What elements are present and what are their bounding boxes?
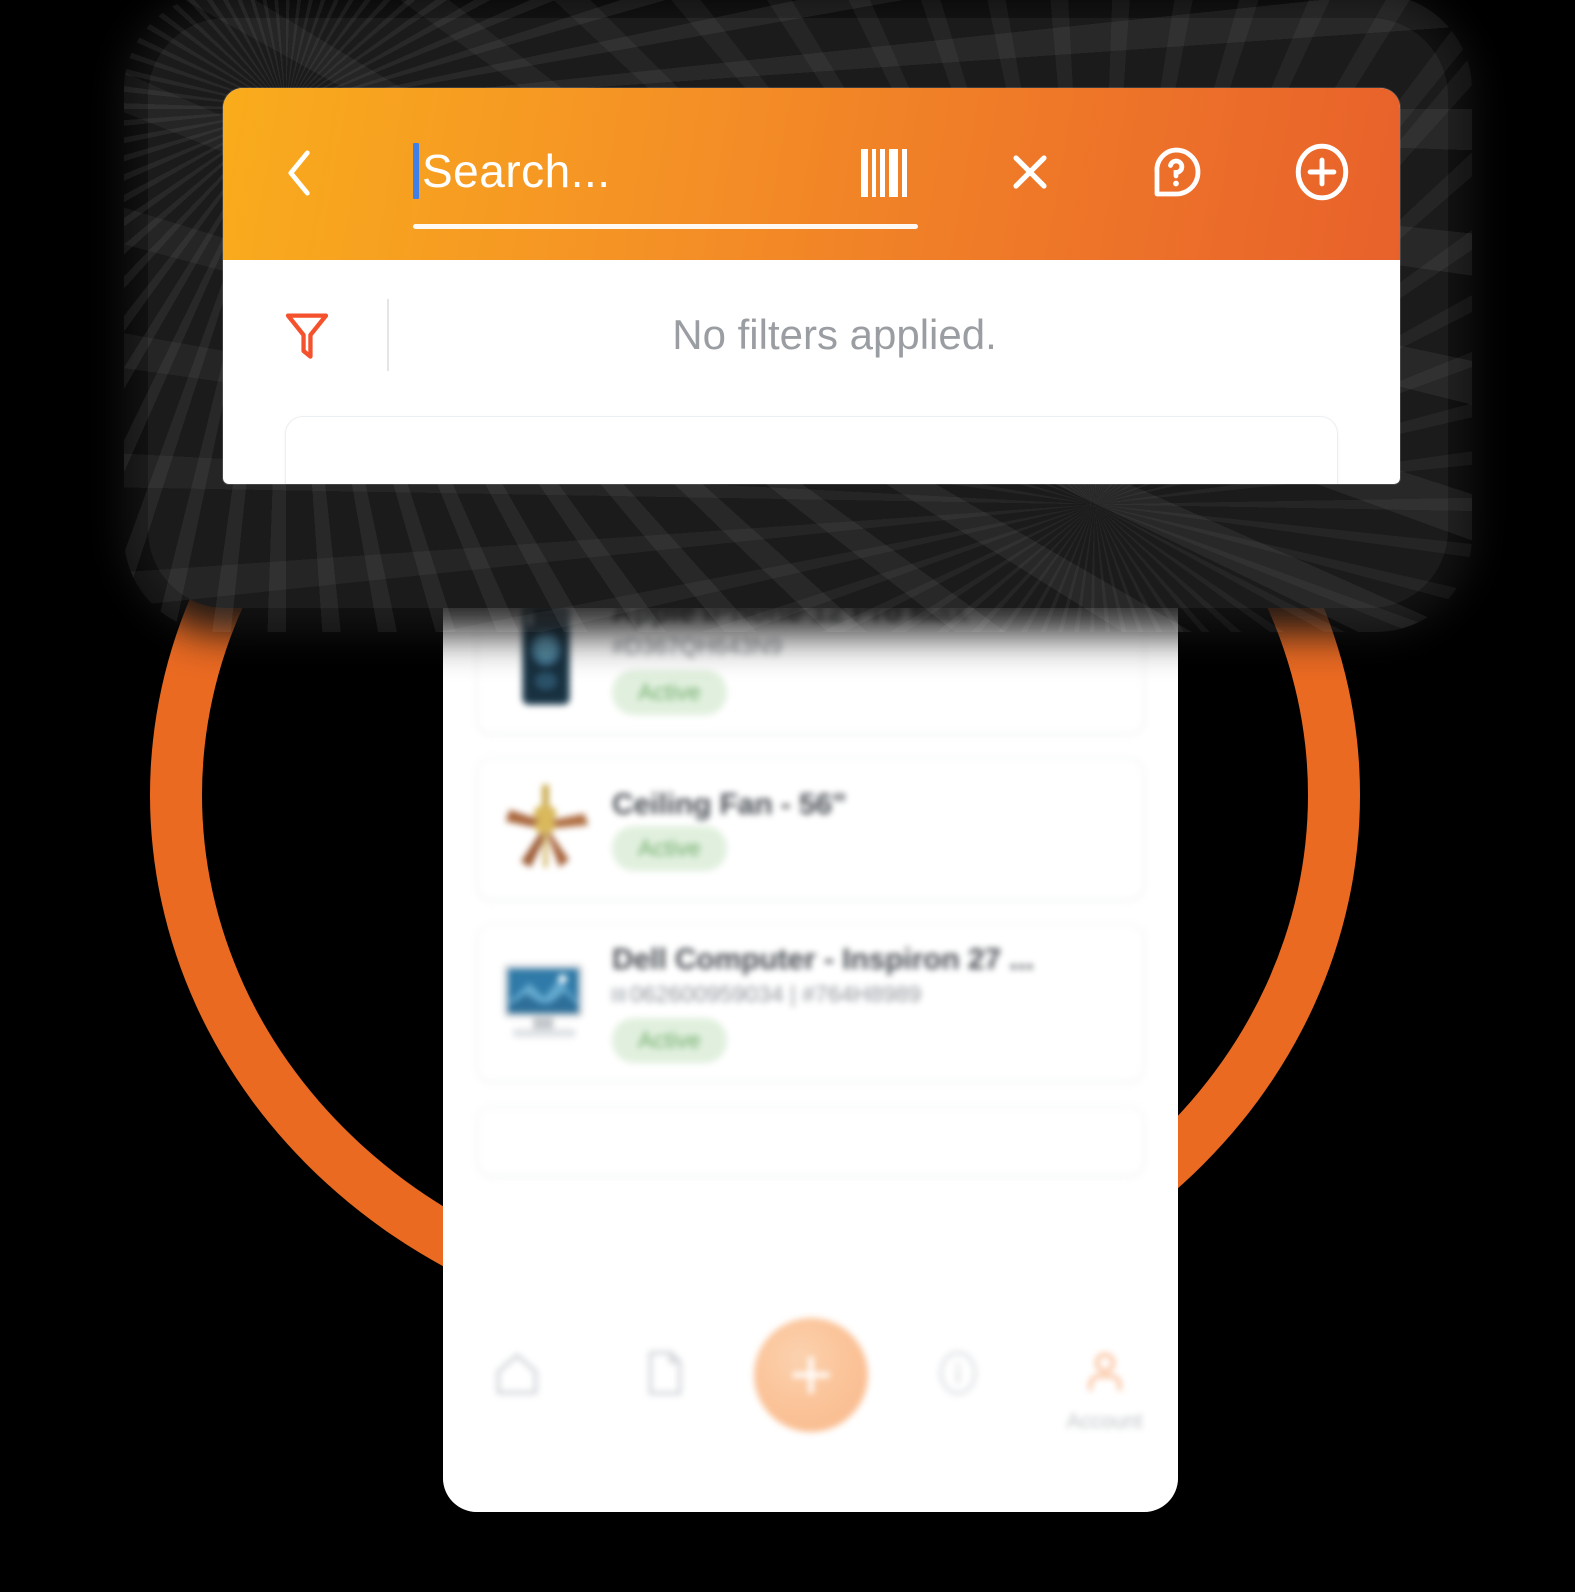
barcode-scan-button[interactable] xyxy=(848,136,920,208)
ceiling-fan-thumb xyxy=(498,777,594,881)
search-field-wrap[interactable]: Search... xyxy=(413,132,918,229)
product-name: Dell Computer - Inspiron 27 ... xyxy=(612,943,1034,976)
nav-label-account: Account xyxy=(1066,1410,1143,1433)
nav-item-info[interactable] xyxy=(903,1346,1013,1410)
iphone-thumb xyxy=(498,603,594,707)
status-badge: Active xyxy=(612,1018,727,1063)
back-button[interactable] xyxy=(265,138,335,208)
filter-status-text: No filters applied. xyxy=(672,311,997,358)
help-question-icon xyxy=(1154,147,1201,197)
list-item[interactable]: Dell Computer - Inspiron 27 ... 06260095… xyxy=(477,924,1144,1082)
product-sku-text: 062600959034 | #764H8989 xyxy=(630,981,922,1007)
status-badge: Active xyxy=(612,825,727,871)
nav-item-documents[interactable] xyxy=(609,1346,719,1410)
close-x-icon xyxy=(1013,155,1047,189)
nav-item-account[interactable]: Account xyxy=(1050,1346,1160,1434)
bottom-navigation[interactable]: Account xyxy=(443,1316,1178,1512)
product-name: Ceiling Fan - 56" xyxy=(612,787,847,821)
add-button[interactable] xyxy=(1286,136,1358,208)
desktop-computer-thumb xyxy=(498,951,594,1055)
text-cursor xyxy=(413,143,419,199)
plus-circle-icon xyxy=(1295,143,1349,201)
filter-bar[interactable]: No filters applied. xyxy=(223,260,1400,410)
home-icon xyxy=(495,1353,538,1395)
app-header-bar: Search... xyxy=(223,88,1400,260)
filter-button[interactable] xyxy=(275,307,339,363)
funnel-filter-icon xyxy=(285,313,329,359)
person-account-icon xyxy=(1087,1352,1122,1391)
first-card-peek xyxy=(285,416,1338,484)
nav-item-home[interactable] xyxy=(462,1346,572,1412)
search-input[interactable]: Search... xyxy=(422,144,611,198)
product-sku: #D367QH643N9 xyxy=(612,633,783,659)
clear-search-button[interactable] xyxy=(994,136,1066,208)
status-badge: Active xyxy=(612,670,727,715)
help-button[interactable] xyxy=(1140,136,1212,208)
list-item[interactable] xyxy=(477,1106,1144,1176)
header-action-icons xyxy=(848,136,1358,208)
info-circle-icon xyxy=(938,1351,977,1395)
product-sku: 062600959034 | #764H8989 xyxy=(612,981,1123,1008)
barcode-mini-icon xyxy=(612,987,625,1003)
canvas-background: 9w 6Inch Led Light Set xyxy=(0,0,1575,1592)
search-underline xyxy=(413,224,918,229)
list-item[interactable]: Ceiling Fan - 56" Active xyxy=(477,758,1144,900)
search-header-panel: Search... No filters applied. xyxy=(223,88,1400,484)
document-icon xyxy=(648,1350,682,1396)
plus-fab-icon[interactable] xyxy=(753,1318,868,1432)
chevron-left-icon xyxy=(288,150,310,196)
barcode-scan-icon xyxy=(861,147,907,197)
nav-item-add[interactable] xyxy=(753,1318,868,1442)
